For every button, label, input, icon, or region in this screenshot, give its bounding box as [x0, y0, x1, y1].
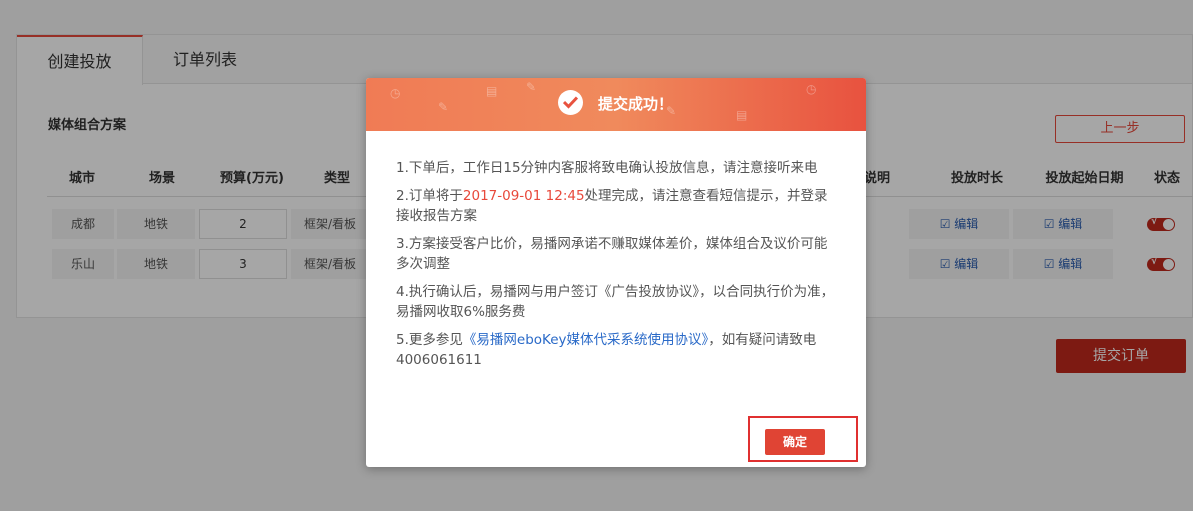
modal-body: 1.下单后，工作日15分钟内客服将致电确认投放信息，请注意接听来电 2.订单将于… — [396, 158, 836, 378]
notice-1: 1.下单后，工作日15分钟内客服将致电确认投放信息，请注意接听来电 — [396, 160, 818, 176]
pencil-icon: ✎ — [438, 100, 449, 114]
notice-2: 2.订单将于2017-09-01 12:45处理完成，请注意查看短信提示，并登录… — [396, 186, 836, 226]
success-modal: ◷ ✎ ▤ ✎ ✎ ▤ ◷ 提交成功！ 1.下单后，工作日15分钟内客服将致电确… — [366, 78, 866, 467]
notice-3: 3.方案接受客户比价，易播网承诺不赚取媒体差价，媒体组合及议价可能多次调整 — [396, 236, 828, 272]
doc-icon: ▤ — [736, 108, 748, 122]
notice-5: 5.更多参见《易播网eboKey媒体代采系统使用协议》，如有疑问请致电40060… — [396, 330, 836, 370]
check-circle-icon — [558, 90, 583, 115]
notice-4: 4.执行确认后，易播网与用户签订《广告投放协议》，以合同执行价为准，易播网收取6… — [396, 284, 835, 320]
doc-icon: ▤ — [486, 84, 498, 98]
notice-2-text: 2.订单将于 — [396, 188, 463, 204]
pencil-icon: ✎ — [526, 80, 537, 94]
clock-icon: ◷ — [390, 86, 401, 100]
process-date: 2017-09-01 12:45 — [462, 188, 585, 204]
clock-icon: ◷ — [806, 82, 817, 96]
modal-header: ◷ ✎ ▤ ✎ ✎ ▤ ◷ 提交成功！ — [366, 78, 866, 131]
confirm-button[interactable]: 确定 — [765, 429, 825, 455]
agreement-link[interactable]: 《易播网eboKey媒体代采系统使用协议》 — [463, 332, 708, 348]
notice-5-text: 5.更多参见 — [396, 332, 463, 348]
modal-title: 提交成功！ — [598, 95, 674, 113]
